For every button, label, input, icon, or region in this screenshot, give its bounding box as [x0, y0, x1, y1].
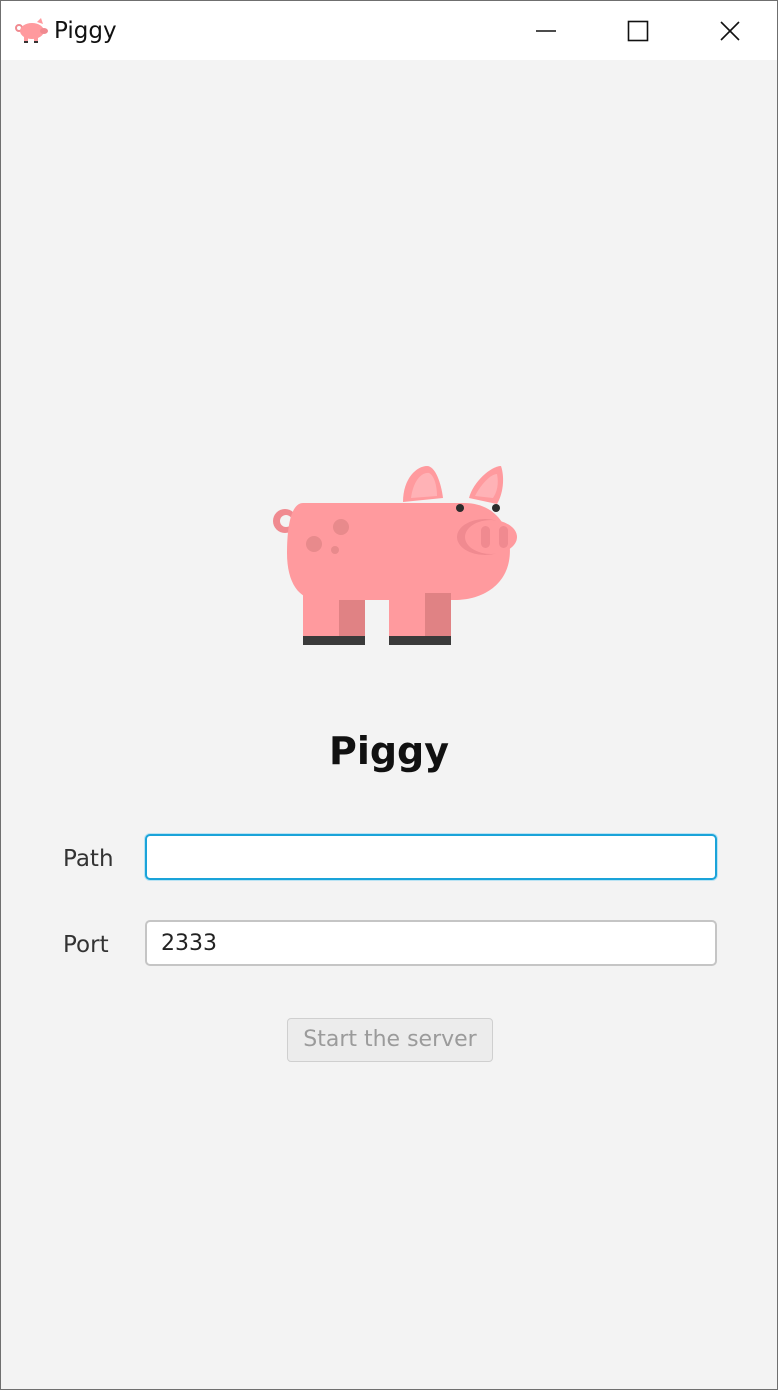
maximize-button[interactable] — [592, 1, 684, 60]
close-button[interactable] — [684, 1, 776, 60]
title-bar[interactable]: Piggy — [1, 1, 777, 60]
close-icon — [720, 20, 740, 41]
minimize-icon — [536, 29, 556, 32]
port-label: Port — [63, 932, 109, 958]
pig-illustration — [273, 466, 517, 645]
start-server-button[interactable]: Start the server — [287, 1018, 493, 1062]
path-label: Path — [63, 846, 114, 872]
port-input[interactable] — [145, 920, 717, 966]
window-title: Piggy — [54, 18, 117, 44]
main-content: Piggy Path Port Start the server — [1, 60, 777, 1389]
app-heading: Piggy — [328, 729, 450, 773]
minimize-button[interactable] — [500, 1, 592, 60]
pig-icon — [15, 18, 48, 43]
path-input[interactable] — [145, 834, 717, 880]
maximize-icon — [627, 20, 649, 41]
app-window: Piggy Piggy Path Port 2333 Start the ser… — [0, 0, 778, 1390]
